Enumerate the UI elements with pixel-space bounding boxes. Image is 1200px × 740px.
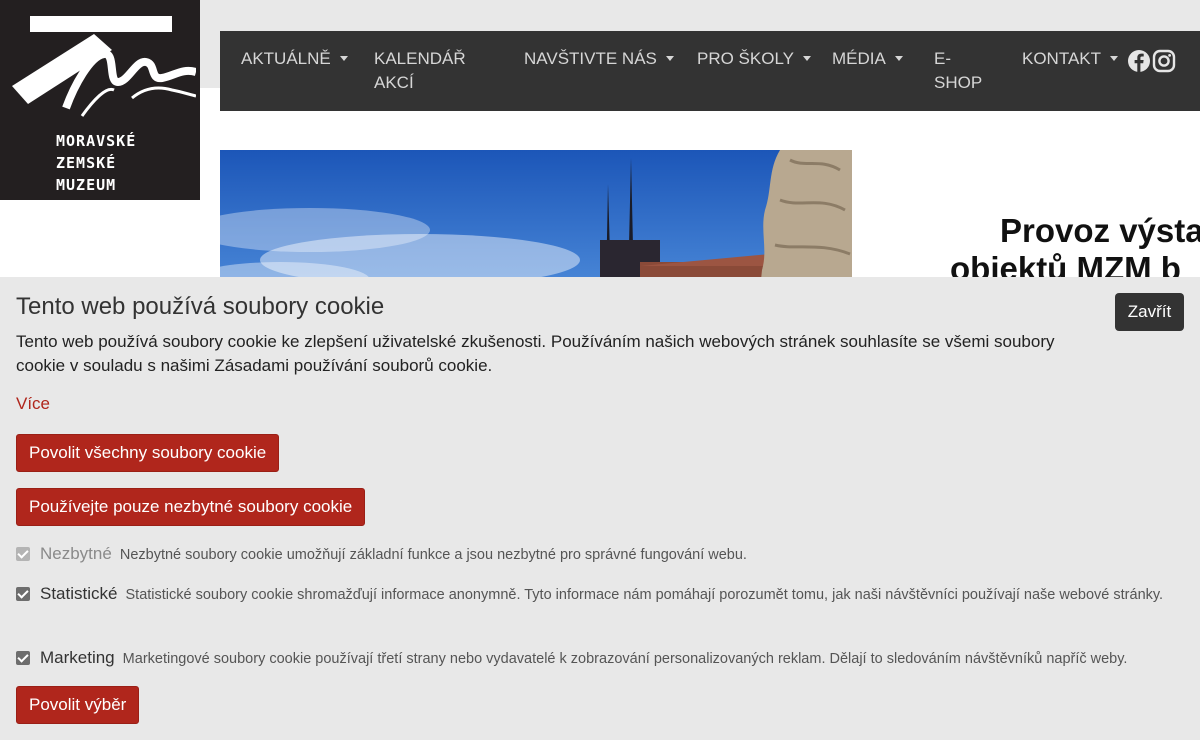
allow-selection-button[interactable]: Povolit výběr [16, 686, 140, 724]
logo-text-line2: ZEMSKÉ [56, 154, 117, 172]
more-info-link[interactable]: Více [16, 394, 50, 414]
page: MORAVSKÉ ZEMSKÉ MUZEUM AKTUÁLNĚ KALENDÁŘ… [0, 0, 1200, 740]
nav-item-label-line1: KALENDÁŘ [374, 49, 466, 68]
caret-down-icon [1110, 56, 1119, 61]
nav-item-pro-skoly[interactable]: PRO ŠKOLY [697, 47, 811, 71]
option-name: Nezbytné [40, 544, 112, 563]
nav-item-label-line2: AKCÍ [374, 73, 414, 92]
nav-item-label: KONTAKT [1022, 49, 1102, 68]
headline-line1: Provoz výsta [1000, 212, 1200, 249]
museum-logo[interactable]: MORAVSKÉ ZEMSKÉ MUZEUM [0, 0, 200, 200]
caret-down-icon [339, 56, 348, 61]
cookie-option-statistics: Statistické Statistické soubory cookie s… [16, 582, 1186, 607]
nav-item-label: NAVŠTIVTE NÁS [524, 49, 657, 68]
cookie-description: Tento web používá soubory cookie ke zlep… [16, 332, 1055, 375]
caret-down-icon [803, 56, 811, 61]
nav-item-kalendar-akci[interactable]: KALENDÁŘ AKCÍ [374, 47, 466, 95]
facebook-icon[interactable] [1127, 49, 1151, 73]
nav-item-label: MÉDIA [832, 49, 886, 68]
close-button[interactable]: Zavřít [1115, 293, 1184, 331]
nav-item-navstivte-nas[interactable]: NAVŠTIVTE NÁS [524, 47, 674, 71]
necessary-only-button[interactable]: Používejte pouze nezbytné soubory cookie [16, 488, 366, 526]
hero-image [220, 150, 852, 290]
cookie-banner-title: Tento web používá soubory cookie [16, 293, 385, 320]
nav-item-aktualne[interactable]: AKTUÁLNĚ [241, 47, 348, 71]
logo-mark-icon [12, 16, 196, 117]
option-description: Marketingové soubory cookie používají tř… [122, 651, 1128, 667]
nav-item-label-line1: E- [934, 49, 951, 68]
caret-down-icon [894, 56, 903, 61]
main-navigation: AKTUÁLNĚ KALENDÁŘ AKCÍ NAVŠTIVTE NÁS PRO… [220, 31, 1200, 111]
option-description: Nezbytné soubory cookie umožňují základn… [119, 547, 747, 563]
cookie-option-necessary: Nezbytné Nezbytné soubory cookie umožňuj… [16, 542, 1186, 567]
cookie-consent-banner: Tento web používá soubory cookie Zavřít … [0, 277, 1200, 740]
nav-item-kontakt[interactable]: KONTAKT [1022, 47, 1119, 71]
option-description: Statistické soubory cookie shromažďují i… [125, 587, 1164, 603]
nav-item-media[interactable]: MÉDIA [832, 47, 903, 71]
nav-item-eshop[interactable]: E- SHOP [934, 47, 982, 95]
nav-item-label-line2: SHOP [934, 73, 983, 92]
marketing-checkbox[interactable] [16, 651, 30, 665]
option-name[interactable]: Marketing [40, 648, 115, 667]
caret-down-icon [665, 56, 674, 61]
logo-text-line3: MUZEUM [56, 176, 117, 194]
necessary-checkbox [16, 547, 30, 561]
allow-all-cookies-button[interactable]: Povolit všechny soubory cookie [16, 434, 280, 472]
instagram-icon[interactable] [1152, 49, 1176, 73]
cookie-option-marketing: Marketing Marketingové soubory cookie po… [16, 646, 1186, 671]
statistics-checkbox[interactable] [16, 587, 30, 601]
nav-item-label: AKTUÁLNĚ [241, 49, 331, 68]
nav-item-label: PRO ŠKOLY [697, 49, 794, 68]
logo-text-line1: MORAVSKÉ [56, 132, 137, 150]
option-name[interactable]: Statistické [40, 584, 117, 603]
